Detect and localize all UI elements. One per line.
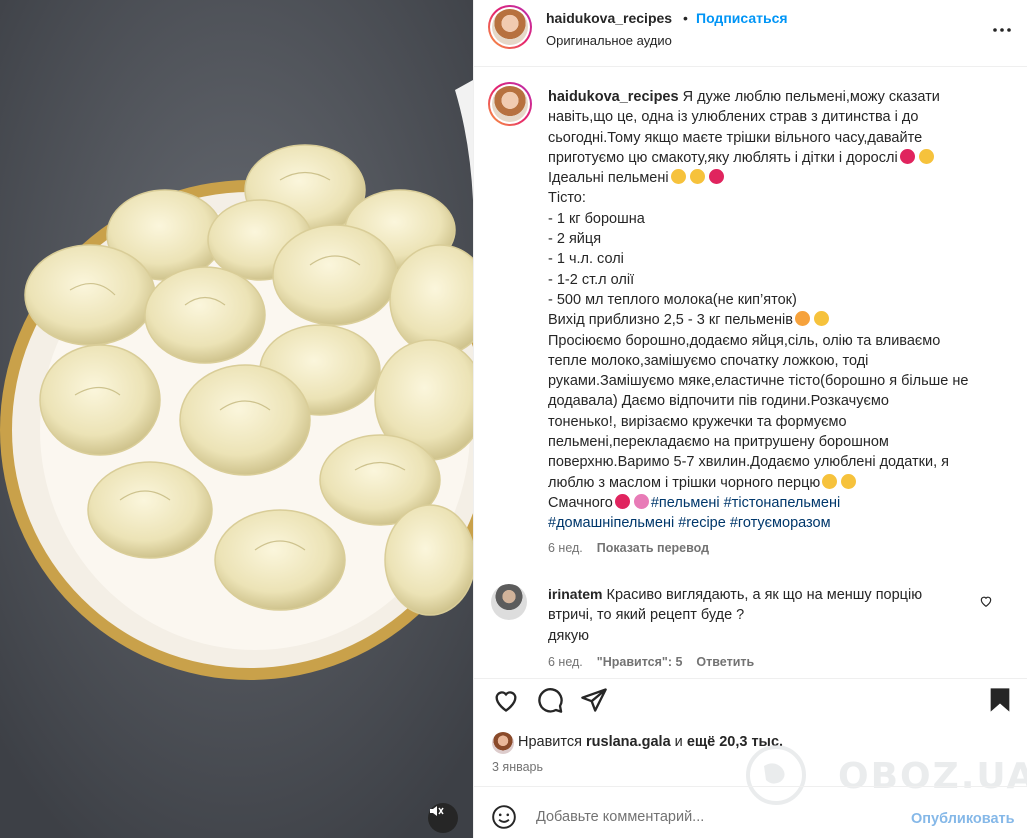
instagram-post: haidukova_recipes • Подписаться Оригинал… (0, 0, 1027, 838)
smile-emoji-icon (918, 148, 934, 164)
separator-dot: • (683, 10, 688, 26)
caption-line: - 2 яйця (548, 231, 602, 248)
likes-prefix: Нравится (518, 734, 582, 750)
caption-line: Просіюємо борошно,додаємо яйця,сіль, олі… (548, 332, 941, 349)
commenter-username[interactable]: irinatem (548, 586, 602, 602)
dumplings-image (0, 0, 473, 838)
hashtag-link[interactable]: #тістонапельмені (724, 495, 841, 511)
caption-line: сьогодні.Тому якщо маєте трішки вільного… (548, 129, 923, 146)
caption-text: haidukova_recipes Я дуже люблю пельмені,… (548, 87, 978, 534)
drool-emoji-icon (794, 311, 810, 327)
caption-line: тоненько!, вирізаємо кружечки та формуєм… (548, 413, 847, 430)
share-icon[interactable] (580, 686, 608, 714)
caption-age: 6 нед. (548, 541, 583, 555)
hashtag-link[interactable]: #recipe (678, 515, 726, 531)
caption-line: додавала) Даємо відпочити пів години.Роз… (548, 393, 889, 410)
post-header: haidukova_recipes • Подписаться Оригинал… (474, 0, 1027, 67)
comment-input[interactable] (536, 809, 856, 825)
caption-line: навіть,що це, одна із улюблених страв з … (548, 109, 919, 126)
mute-button[interactable] (428, 803, 458, 833)
comment-line: втричі, то який рецепт буде ? (548, 607, 745, 624)
commenter-avatar[interactable] (491, 584, 527, 620)
reply-button[interactable]: Ответить (696, 655, 754, 669)
comment-text: irinatem Красиво виглядають, а як що на … (548, 584, 958, 646)
tulip-emoji-icon (633, 493, 649, 509)
heart-icon[interactable] (492, 686, 520, 714)
liker-username[interactable]: ruslana.gala (586, 734, 671, 750)
caption-line: приготуємо цю смакоту,яку люблять і дітк… (548, 149, 898, 166)
comment-line: дякую (548, 627, 589, 644)
comment-icon[interactable] (536, 686, 564, 714)
caption-line: - 500 мл теплого молока(не кип’яток) (548, 291, 797, 308)
hashtag-link[interactable]: #домашніпельмені (548, 515, 674, 531)
hashtag-link[interactable]: #готуєморазом (730, 515, 831, 531)
add-comment-bar: Опубликовать (474, 786, 1027, 838)
comment-line: Красиво виглядають, а як що на меншу пор… (606, 587, 923, 603)
comment-likes[interactable]: "Нравится": 5 (597, 655, 683, 669)
likes-mid: и (674, 734, 683, 750)
comment-age: 6 нед. (548, 655, 583, 669)
publish-button[interactable]: Опубликовать (911, 811, 1015, 827)
caption-line: - 1 кг борошна (548, 210, 645, 227)
grin-emoji-icon (670, 169, 686, 185)
comments-scroll[interactable]: haidukova_recipes Я дуже люблю пельмені,… (474, 68, 1027, 678)
caption-line: Тісто: (548, 190, 586, 207)
emoji-icon[interactable] (491, 804, 517, 830)
author-username[interactable]: haidukova_recipes (546, 10, 672, 26)
heart-emoji-icon (614, 493, 630, 509)
audio-link[interactable]: Оригинальное аудио (546, 33, 672, 48)
caption-username[interactable]: haidukova_recipes (548, 89, 679, 105)
caption-line: тепле молоко,замішуємо спочатку ложкою, … (548, 352, 869, 369)
post-date[interactable]: 3 январь (492, 760, 543, 774)
translate-button[interactable]: Показать перевод (597, 541, 709, 555)
hashtag-link[interactable]: #пельмені (651, 495, 720, 511)
caption-line: Ідеальні пельмені (548, 170, 669, 187)
smile-emoji-icon (841, 473, 857, 489)
caption-line: - 1 ч.л. солі (548, 251, 624, 268)
grin-emoji-icon (689, 169, 705, 185)
yum-emoji-icon (822, 473, 838, 489)
heart-emoji-icon (899, 148, 915, 164)
caption-line: Вихід приблизно 2,5 - 3 кг пельменів (548, 312, 793, 329)
post-panel: haidukova_recipes • Подписаться Оригинал… (473, 0, 1027, 838)
bookmark-icon[interactable] (986, 686, 1014, 714)
author-avatar[interactable] (488, 5, 532, 49)
liker-avatar[interactable] (492, 732, 514, 754)
caption-line: - 1-2 ст.л олії (548, 271, 635, 288)
mute-icon (430, 806, 444, 816)
comment-like-icon[interactable] (979, 594, 993, 608)
grin-emoji-icon (813, 311, 829, 327)
caption-line: руками.Замішуємо мяке,еластичне тісто(бо… (548, 373, 969, 390)
caption-meta: 6 нед. Показать перевод (548, 541, 709, 555)
post-video[interactable] (0, 0, 473, 838)
caption-line: пельмені,перекладаємо на притрушену боро… (548, 434, 889, 451)
caption-line: Я дуже люблю пельмені,можу сказати (682, 89, 940, 105)
caption-line: поверхню.Варимо 5-7 хвилин.Додаємо улюбл… (548, 454, 950, 471)
more-icon[interactable] (990, 18, 1014, 42)
caption-avatar[interactable] (488, 82, 532, 126)
caption-line: Смачного (548, 494, 613, 511)
caption-line: люблю з маслом і трішки чорного перцю (548, 474, 821, 491)
heart-emoji-icon (708, 169, 724, 185)
follow-button[interactable]: Подписаться (696, 10, 788, 26)
comment-meta: 6 нед. "Нравится": 5 Ответить (548, 655, 754, 669)
